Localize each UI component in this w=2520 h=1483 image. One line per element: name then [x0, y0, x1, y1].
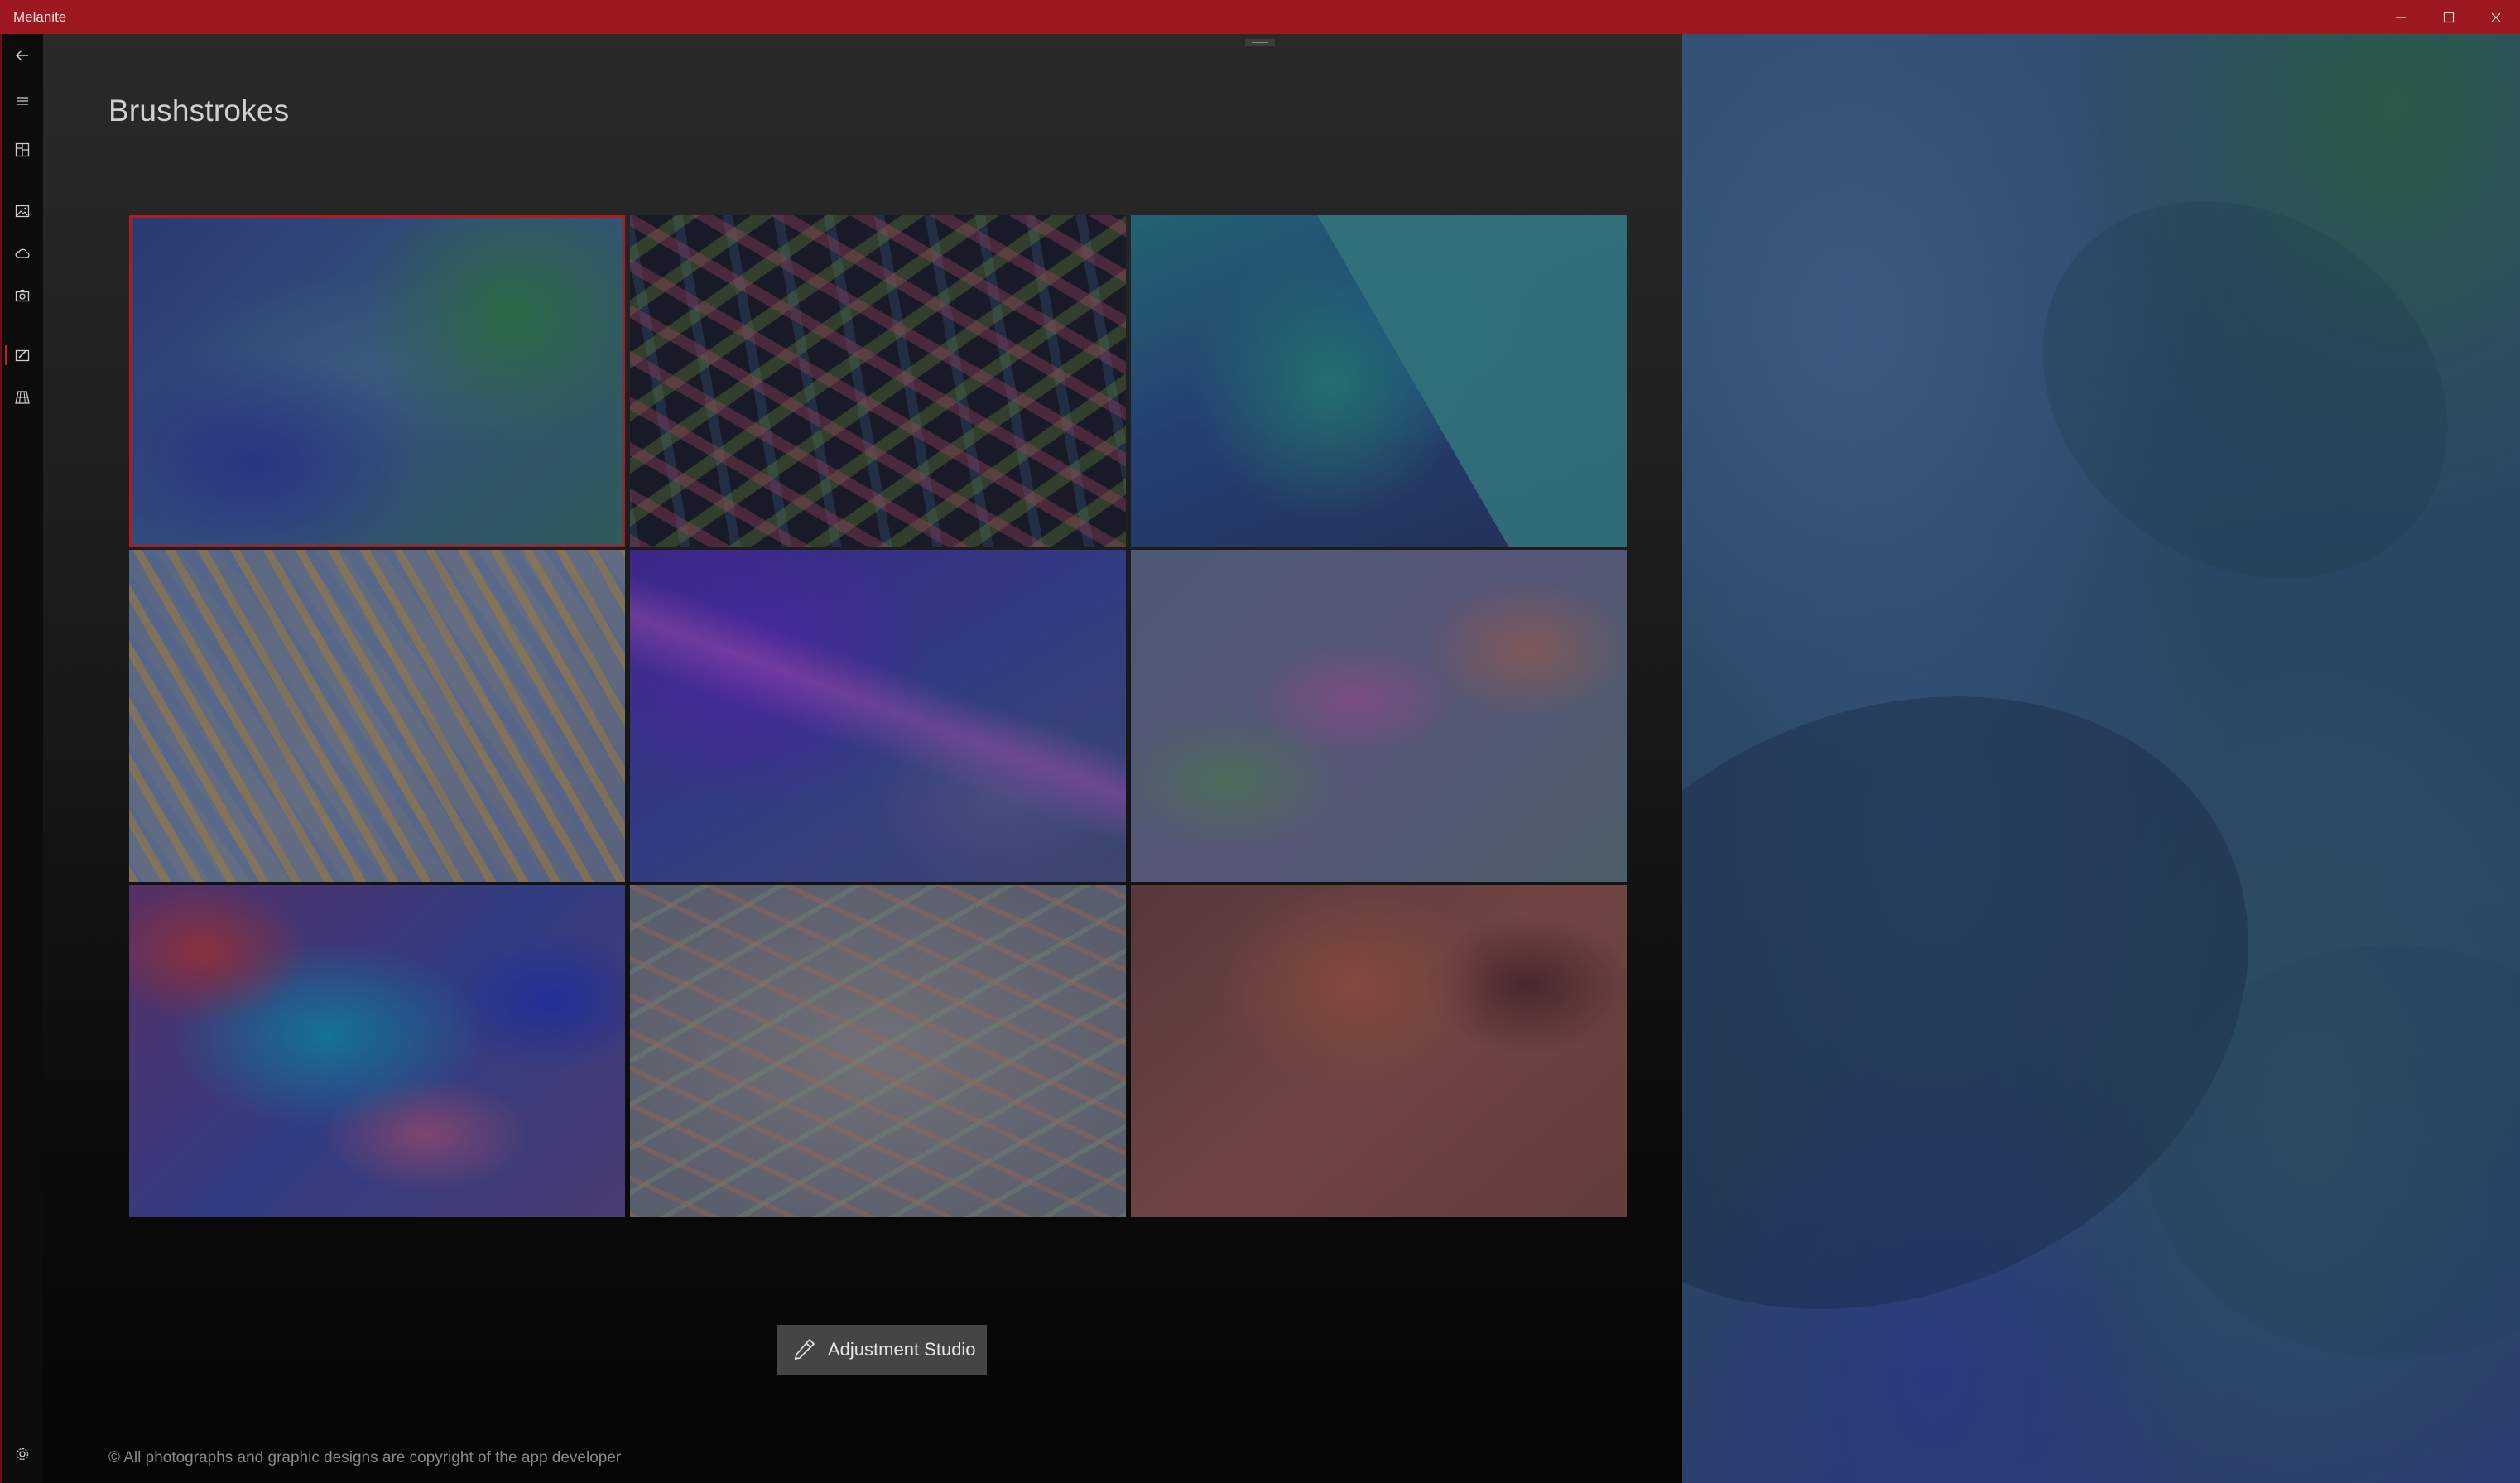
title-bar: Melanite [0, 0, 2520, 34]
image-icon [15, 205, 30, 218]
gear-icon [16, 1447, 29, 1461]
wallpaper-tile[interactable] [1131, 550, 1627, 882]
hamburger-icon [17, 97, 28, 105]
nav-item-camera[interactable] [2, 277, 43, 314]
minimize-button[interactable] [2377, 0, 2425, 34]
camera-icon [15, 289, 30, 302]
wallpaper-grid [129, 215, 1630, 1217]
close-icon [2491, 12, 2501, 22]
page-title: Brushstrokes [108, 94, 290, 128]
adjustment-studio-button[interactable]: Adjustment Studio [777, 1325, 987, 1375]
wallpaper-tile[interactable] [630, 885, 1126, 1217]
cloud-icon [15, 248, 30, 258]
nav-item-images[interactable] [2, 193, 43, 229]
close-button[interactable] [2472, 0, 2520, 34]
wallpaper-tile[interactable] [129, 885, 625, 1217]
wallpaper-tile[interactable] [129, 550, 625, 882]
wallpaper-tile[interactable] [1131, 215, 1627, 547]
app-title: Melanite [13, 9, 67, 25]
menu-button[interactable] [2, 83, 43, 119]
back-button[interactable] [2, 37, 43, 74]
nav-item-perspective-grid[interactable] [2, 379, 43, 416]
nav-item-dashboard[interactable] [2, 132, 43, 168]
wallpaper-tile[interactable] [630, 215, 1126, 547]
wallpaper-tile[interactable] [630, 550, 1126, 882]
adjustment-studio-label: Adjustment Studio [828, 1339, 976, 1360]
paint-icon [15, 349, 30, 362]
maximize-button[interactable] [2425, 0, 2473, 34]
nav-rail [0, 34, 43, 1483]
wallpaper-preview [1682, 34, 2520, 1483]
drag-handle[interactable] [1245, 39, 1275, 46]
copyright-notice: © All photographs and graphic designs ar… [108, 1449, 622, 1466]
main-content: Brushstrokes Adjustment Studio © All pho… [43, 34, 1682, 1483]
dashboard-icon [15, 142, 30, 157]
wallpaper-tile[interactable] [129, 215, 625, 547]
grid-icon [15, 391, 30, 404]
eyedropper-icon [794, 1338, 815, 1360]
minimize-icon [2396, 16, 2406, 18]
nav-item-brushstrokes[interactable] [2, 337, 43, 373]
settings-button[interactable] [2, 1436, 43, 1472]
nav-item-cloud[interactable] [2, 235, 43, 272]
wallpaper-tile[interactable] [1131, 885, 1627, 1217]
maximize-icon [2443, 12, 2455, 22]
back-arrow-icon [15, 50, 28, 61]
